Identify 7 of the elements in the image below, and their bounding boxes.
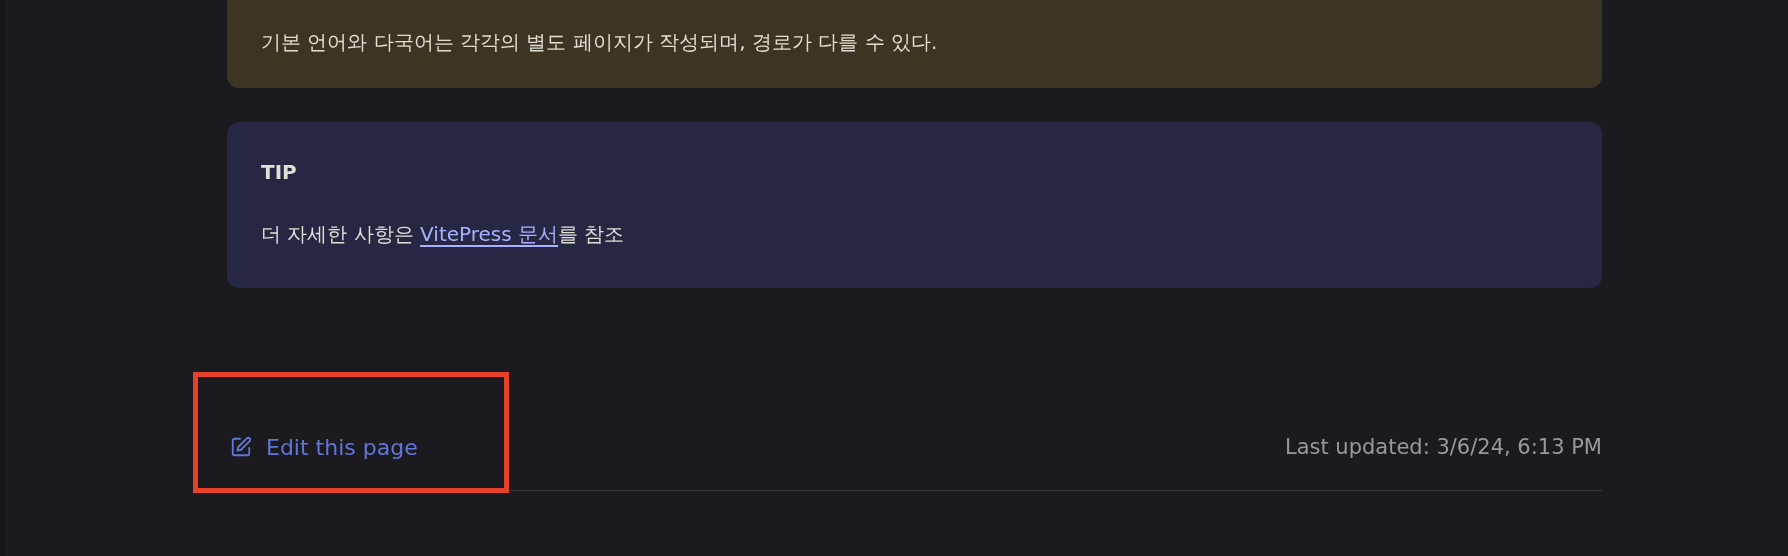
callout-title: TIP bbox=[261, 159, 298, 186]
callout-text: 기본 언어와 다국어는 각각의 별도 페이지가 작성되며, 경로가 다를 수 있다. bbox=[261, 29, 939, 56]
edit-page-link[interactable]: Edit this page bbox=[266, 434, 418, 460]
docs-link[interactable]: VitePress 문서 bbox=[420, 222, 559, 246]
edit-icon bbox=[230, 436, 252, 458]
last-updated-text: Last updated: 3/6/24, 6:13 PM bbox=[1284, 435, 1602, 459]
callout-text: 더 자세한 사항은 VitePress 문서를 참조 bbox=[261, 221, 626, 248]
